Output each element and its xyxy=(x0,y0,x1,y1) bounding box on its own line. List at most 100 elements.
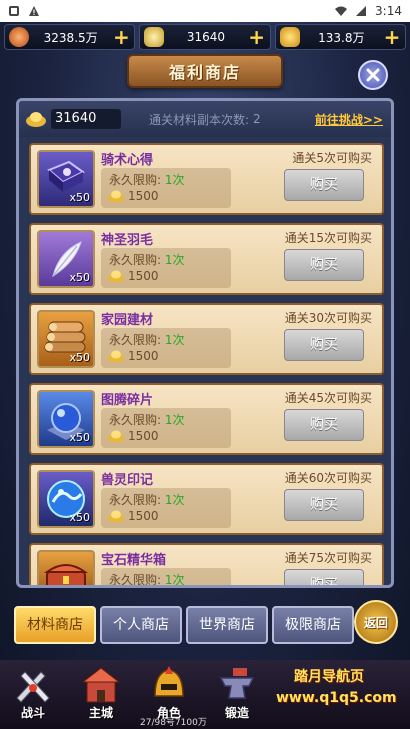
shop-title-plank: 福利商店 xyxy=(127,54,283,88)
add-silver-button[interactable]: + xyxy=(248,27,266,47)
status-bar: 3:14 xyxy=(0,0,410,22)
limit-label: 永久限购: xyxy=(109,173,162,187)
item-quantity: x50 xyxy=(69,431,90,444)
silver-ingot-icon xyxy=(108,350,124,363)
helmet-icon xyxy=(154,666,184,697)
purchase-requirement: 通关60次可购买 xyxy=(284,471,372,485)
anvil-icon xyxy=(219,668,255,699)
item-list[interactable]: x50 骑术心得 永久限购: 1次 1500 通关5次可购买 购买 x50 神圣… xyxy=(29,143,384,587)
item-icon-frame[interactable]: x50 xyxy=(37,230,95,288)
silver-ingot-icon xyxy=(108,510,124,523)
purchase-limit-box: 永久限购: 1次 xyxy=(101,568,231,587)
item-icon-frame[interactable]: x50 xyxy=(37,150,95,208)
buy-button[interactable]: 购买 xyxy=(284,409,364,441)
limit-value: 1次 xyxy=(164,253,185,267)
nav-label: 战斗 xyxy=(20,706,45,720)
resource-value: 3238.5万 xyxy=(43,30,98,45)
close-button[interactable] xyxy=(358,60,388,90)
gold-ingot-icon xyxy=(279,27,300,47)
resource-copper: 3238.5万 + xyxy=(4,24,136,50)
close-icon xyxy=(366,68,380,82)
watermark-banner: 踏月导航页 www.q1q5.com xyxy=(262,662,410,714)
go-challenge-link[interactable]: 前往挑战>> xyxy=(315,111,383,128)
silver-ingot-icon xyxy=(108,430,124,443)
item-name: 家园建材 xyxy=(101,313,154,328)
back-button[interactable]: 返回 xyxy=(354,600,398,644)
item-icon-frame[interactable]: x50 xyxy=(37,310,95,368)
buy-button[interactable]: 购买 xyxy=(284,169,364,201)
item-price: 1500 xyxy=(107,509,159,523)
limit-value: 1次 xyxy=(164,573,185,587)
buy-button[interactable]: 购买 xyxy=(284,329,364,361)
page-title: 福利商店 xyxy=(168,63,241,82)
item-name: 宝石精华箱 xyxy=(101,553,167,568)
resource-gold: 133.8万 + xyxy=(274,24,406,50)
castle-icon xyxy=(81,667,121,703)
price-value: 1500 xyxy=(128,509,159,523)
item-name: 神圣羽毛 xyxy=(101,233,154,248)
price-value: 1500 xyxy=(128,269,159,283)
purchase-limit-box: 永久限购: 1次 1500 xyxy=(101,488,231,528)
resource-silver: 31640 + xyxy=(139,24,271,50)
status-time: 3:14 xyxy=(375,4,402,18)
limit-value: 1次 xyxy=(164,493,185,507)
item-name: 兽灵印记 xyxy=(101,473,154,488)
item-price: 1500 xyxy=(107,349,159,363)
purchase-limit-box: 永久限购: 1次 1500 xyxy=(101,168,231,208)
tab-material-shop[interactable]: 材料商店 xyxy=(14,606,96,644)
footer-ticker: 27/98号7100万 xyxy=(140,718,207,728)
watermark-line2: www.q1q5.com xyxy=(276,690,397,706)
resource-value: 133.8万 xyxy=(318,30,365,45)
purchase-limit: 永久限购: 1次 xyxy=(109,491,185,508)
item-icon-frame[interactable] xyxy=(37,550,95,585)
nav-label: 锻造 xyxy=(224,706,249,720)
item-quantity: x50 xyxy=(69,271,90,284)
purchase-requirement: 通关15次可购买 xyxy=(284,231,372,245)
list-item: x50 骑术心得 永久限购: 1次 1500 通关5次可购买 购买 xyxy=(29,143,384,215)
price-value: 1500 xyxy=(128,429,159,443)
nav-item-forge[interactable]: 锻造 xyxy=(210,664,264,726)
panel-header: 31640 通关材料副本次数: 2 前往挑战>> xyxy=(19,101,391,137)
limit-label: 永久限购: xyxy=(109,333,162,347)
item-price: 1500 xyxy=(107,269,159,283)
silver-ingot-icon xyxy=(144,27,165,47)
purchase-limit: 永久限购: 1次 xyxy=(109,251,185,268)
purchase-requirement: 通关75次可购买 xyxy=(284,551,372,565)
price-value: 1500 xyxy=(128,189,159,203)
limit-value: 1次 xyxy=(164,333,185,347)
buy-button[interactable]: 购买 xyxy=(284,569,364,585)
purchase-requirement: 通关45次可购买 xyxy=(284,391,372,405)
item-quantity: x50 xyxy=(69,351,90,364)
nav-item-battle[interactable]: 战斗 xyxy=(6,664,60,726)
silver-ingot-icon xyxy=(108,190,124,203)
tab-personal-shop[interactable]: 个人商店 xyxy=(100,606,182,644)
purchase-limit: 永久限购: 1次 xyxy=(109,411,185,428)
buy-button[interactable]: 购买 xyxy=(284,249,364,281)
tab-world-shop[interactable]: 世界商店 xyxy=(186,606,268,644)
price-value: 1500 xyxy=(128,349,159,363)
item-price: 1500 xyxy=(107,189,159,203)
purchase-limit-box: 永久限购: 1次 1500 xyxy=(101,248,231,288)
purchase-limit: 永久限购: 1次 xyxy=(109,571,185,587)
buy-button[interactable]: 购买 xyxy=(284,489,364,521)
nav-item-city[interactable]: 主城 xyxy=(74,664,128,726)
wifi-icon xyxy=(335,6,348,16)
limit-label: 永久限购: xyxy=(109,573,162,587)
clear-count-label: 通关材料副本次数: xyxy=(149,112,250,127)
shop-panel: 31640 通关材料副本次数: 2 前往挑战>> x50 骑术心得 永久限购: xyxy=(16,98,394,588)
item-icon-frame[interactable]: x50 xyxy=(37,470,95,528)
limit-value: 1次 xyxy=(164,413,185,427)
list-item: 宝石精华箱 永久限购: 1次 通关75次可购买 购买 xyxy=(29,543,384,587)
currency-value: 31640 xyxy=(51,109,121,129)
chest-icon xyxy=(43,564,89,585)
purchase-requirement: 通关5次可购买 xyxy=(292,151,372,165)
list-item: x50 家园建材 永久限购: 1次 1500 通关30次可购买 购买 xyxy=(29,303,384,375)
add-copper-button[interactable]: + xyxy=(112,27,130,47)
purchase-limit: 永久限购: 1次 xyxy=(109,331,185,348)
limit-label: 永久限购: xyxy=(109,493,162,507)
item-quantity: x50 xyxy=(69,191,90,204)
tab-extreme-shop[interactable]: 极限商店 xyxy=(272,606,354,644)
silver-ingot-icon xyxy=(26,112,46,127)
add-gold-button[interactable]: + xyxy=(383,27,401,47)
item-icon-frame[interactable]: x50 xyxy=(37,390,95,448)
